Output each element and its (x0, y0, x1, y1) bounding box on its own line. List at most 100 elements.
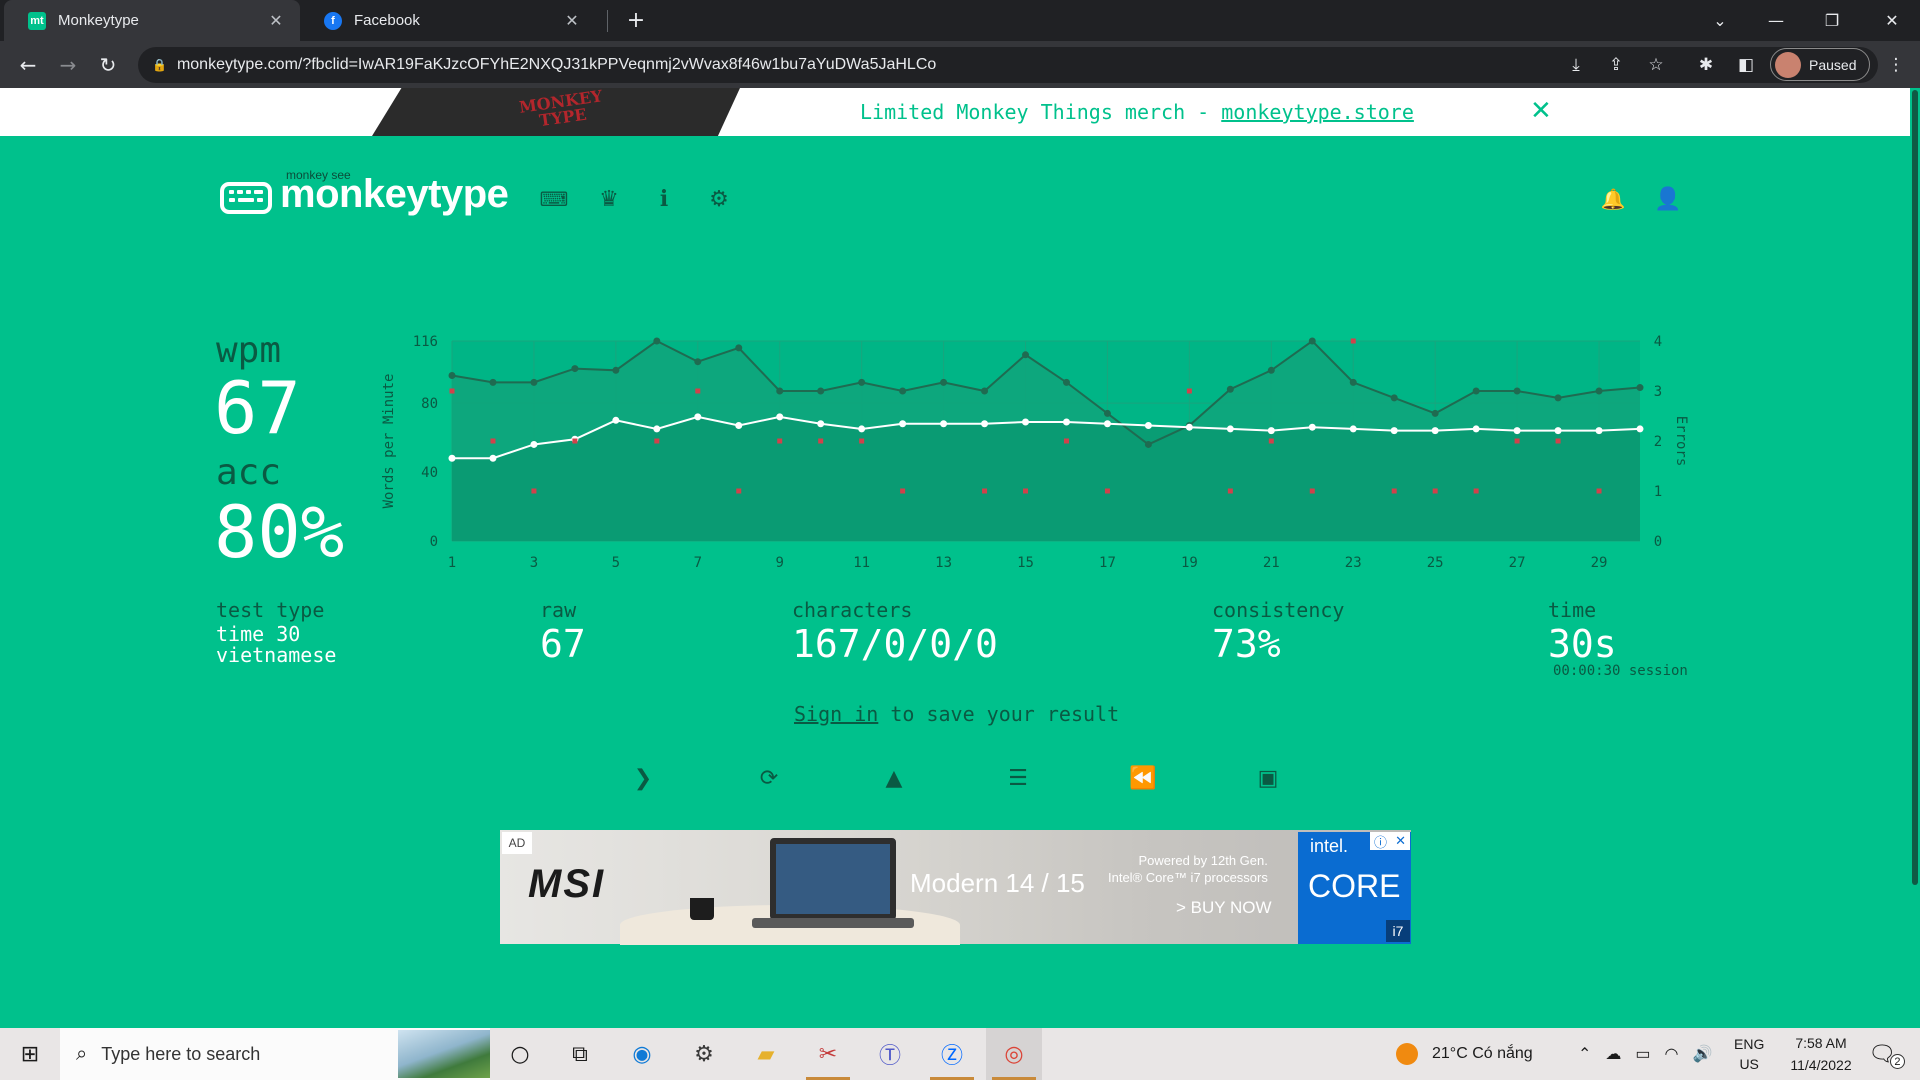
replay-icon[interactable]: ⏪ (1125, 762, 1161, 794)
notification-bell-icon[interactable]: 🔔 (1598, 184, 1628, 214)
wifi-icon[interactable]: ◠ (1665, 1044, 1679, 1064)
ad-buy-now[interactable]: > BUY NOW (1176, 898, 1272, 918)
next-test-icon[interactable]: ❯ (625, 762, 661, 794)
tab-search-chevron-icon[interactable]: ⌄ (1692, 0, 1748, 41)
raw-point (612, 366, 620, 374)
weather-widget[interactable]: 21°C Có nắng (1396, 1028, 1533, 1080)
windows-start-icon[interactable]: ⊞ (2, 1028, 58, 1080)
raw-point (571, 365, 579, 373)
banner-close-icon[interactable]: ✕ (1530, 96, 1552, 126)
battery-icon[interactable]: ▭ (1635, 1044, 1650, 1064)
task-view-icon[interactable]: ⧉ (552, 1028, 608, 1080)
error-point (1268, 438, 1274, 444)
new-tab-icon[interactable]: + (616, 0, 656, 41)
keyboard-icon[interactable]: ⌨ (539, 184, 569, 214)
raw-point (940, 378, 948, 386)
bookmark-star-icon[interactable]: ☆ (1636, 41, 1676, 88)
raw-point (817, 387, 825, 395)
logo-keyboard-icon[interactable] (220, 182, 272, 214)
wpm-point (817, 420, 825, 428)
file-explorer-icon[interactable]: ▰ (738, 1028, 794, 1080)
raw-point (776, 387, 784, 395)
error-point (1063, 438, 1069, 444)
characters-label: characters (792, 598, 913, 622)
back-icon[interactable]: ← (8, 41, 48, 88)
store-link[interactable]: monkeytype.store (1221, 100, 1414, 124)
notification-center-icon[interactable]: 🗨 2 (1868, 1028, 1905, 1080)
settings-app-icon[interactable]: ⚙ (676, 1028, 732, 1080)
share-icon[interactable]: ⇪ (1596, 41, 1636, 88)
tray-chevron-icon[interactable]: ⌃ (1578, 1044, 1591, 1064)
language-indicator[interactable]: ENG US (1734, 1028, 1764, 1080)
error-point (1514, 438, 1520, 444)
error-point (900, 488, 906, 494)
forward-icon[interactable]: → (48, 41, 88, 88)
error-point (777, 438, 783, 444)
search-icon: ⌕ (76, 1042, 88, 1065)
time-value: 30s (1548, 622, 1617, 666)
extensions-icon[interactable]: ✱ (1686, 41, 1726, 88)
account-user-icon[interactable]: 👤 (1653, 184, 1683, 214)
error-point (859, 438, 865, 444)
close-window-icon[interactable]: ✕ (1864, 0, 1920, 41)
side-panel-icon[interactable]: ◧ (1726, 41, 1766, 88)
profile-button[interactable]: Paused (1770, 48, 1870, 81)
install-app-icon[interactable]: ⤓ (1556, 41, 1596, 88)
monkeytype-favicon-icon: mt (28, 11, 46, 30)
x-tick-label: 13 (935, 555, 952, 571)
raw-point (530, 378, 538, 386)
wpm-point (612, 416, 620, 424)
wpm-point (981, 420, 989, 428)
menu-kebab-icon[interactable]: ⋮ (1876, 41, 1916, 88)
info-icon[interactable]: i (649, 184, 679, 214)
words-history-icon[interactable]: ☰ (1000, 762, 1036, 794)
y-tick-label: 80 (421, 396, 438, 412)
crown-icon[interactable]: ♛ (594, 184, 624, 214)
close-tab-icon[interactable]: ✕ (562, 11, 582, 31)
error-point (1023, 488, 1029, 494)
restore-icon[interactable]: ❐ (1804, 0, 1860, 41)
characters-value: 167/0/0/0 (792, 622, 998, 666)
wpm-point (1390, 427, 1398, 435)
screenshot-icon[interactable]: ▣ (1250, 762, 1286, 794)
x-tick-label: 7 (694, 555, 702, 571)
raw-point (1472, 387, 1480, 395)
onedrive-icon[interactable]: ☁ (1605, 1044, 1621, 1064)
y-tick-label: 0 (430, 534, 438, 550)
tab-facebook[interactable]: f Facebook ✕ (300, 0, 596, 41)
chrome-icon[interactable]: ◎ (986, 1028, 1042, 1080)
x-tick-label: 15 (1017, 555, 1034, 571)
lock-icon[interactable]: 🔒 (152, 58, 167, 72)
ad-close-controls[interactable]: ⓘ ✕ (1370, 832, 1410, 851)
url-text[interactable]: monkeytype.com/?fbclid=IwAR19FaKJzcOFYhE… (177, 56, 936, 74)
settings-gear-icon[interactable]: ⚙ (704, 184, 734, 214)
cortana-icon[interactable]: ○ (492, 1028, 548, 1080)
raw-point (1390, 394, 1398, 402)
snipping-tool-icon[interactable]: ✂ (800, 1028, 856, 1080)
close-tab-icon[interactable]: ✕ (266, 11, 286, 31)
tab-title: Facebook (354, 12, 420, 29)
minimize-icon[interactable]: — (1748, 0, 1804, 41)
weather-text: 21°C Có nắng (1432, 1045, 1533, 1062)
ad-info-icon[interactable]: ⓘ (1374, 832, 1387, 851)
warning-icon[interactable]: ▲ (876, 762, 912, 794)
x-tick-label: 19 (1181, 555, 1198, 571)
error-point (1350, 338, 1356, 344)
logo-text[interactable]: monkeytype (280, 172, 509, 217)
volume-icon[interactable]: 🔊 (1693, 1044, 1713, 1064)
zalo-icon[interactable]: Ⓩ (924, 1028, 980, 1080)
edge-icon[interactable]: ◉ (614, 1028, 670, 1080)
ad-close-icon[interactable]: ✕ (1395, 834, 1406, 849)
scrollbar-thumb[interactable] (1912, 90, 1918, 885)
sign-in-link[interactable]: Sign in (794, 702, 878, 726)
wpm-point (653, 425, 661, 433)
restart-test-icon[interactable]: ⟳ (751, 762, 787, 794)
error-point (1309, 488, 1315, 494)
clock[interactable]: 7:58 AM 11/4/2022 (1774, 1028, 1868, 1080)
teams-icon[interactable]: Ⓣ (862, 1028, 918, 1080)
session-duration: 00:00:30 session (1553, 663, 1688, 679)
raw-point (1103, 409, 1111, 417)
error-point (818, 438, 824, 444)
tab-monkeytype[interactable]: mt Monkeytype ✕ (4, 0, 300, 41)
reload-icon[interactable]: ↻ (88, 41, 128, 88)
